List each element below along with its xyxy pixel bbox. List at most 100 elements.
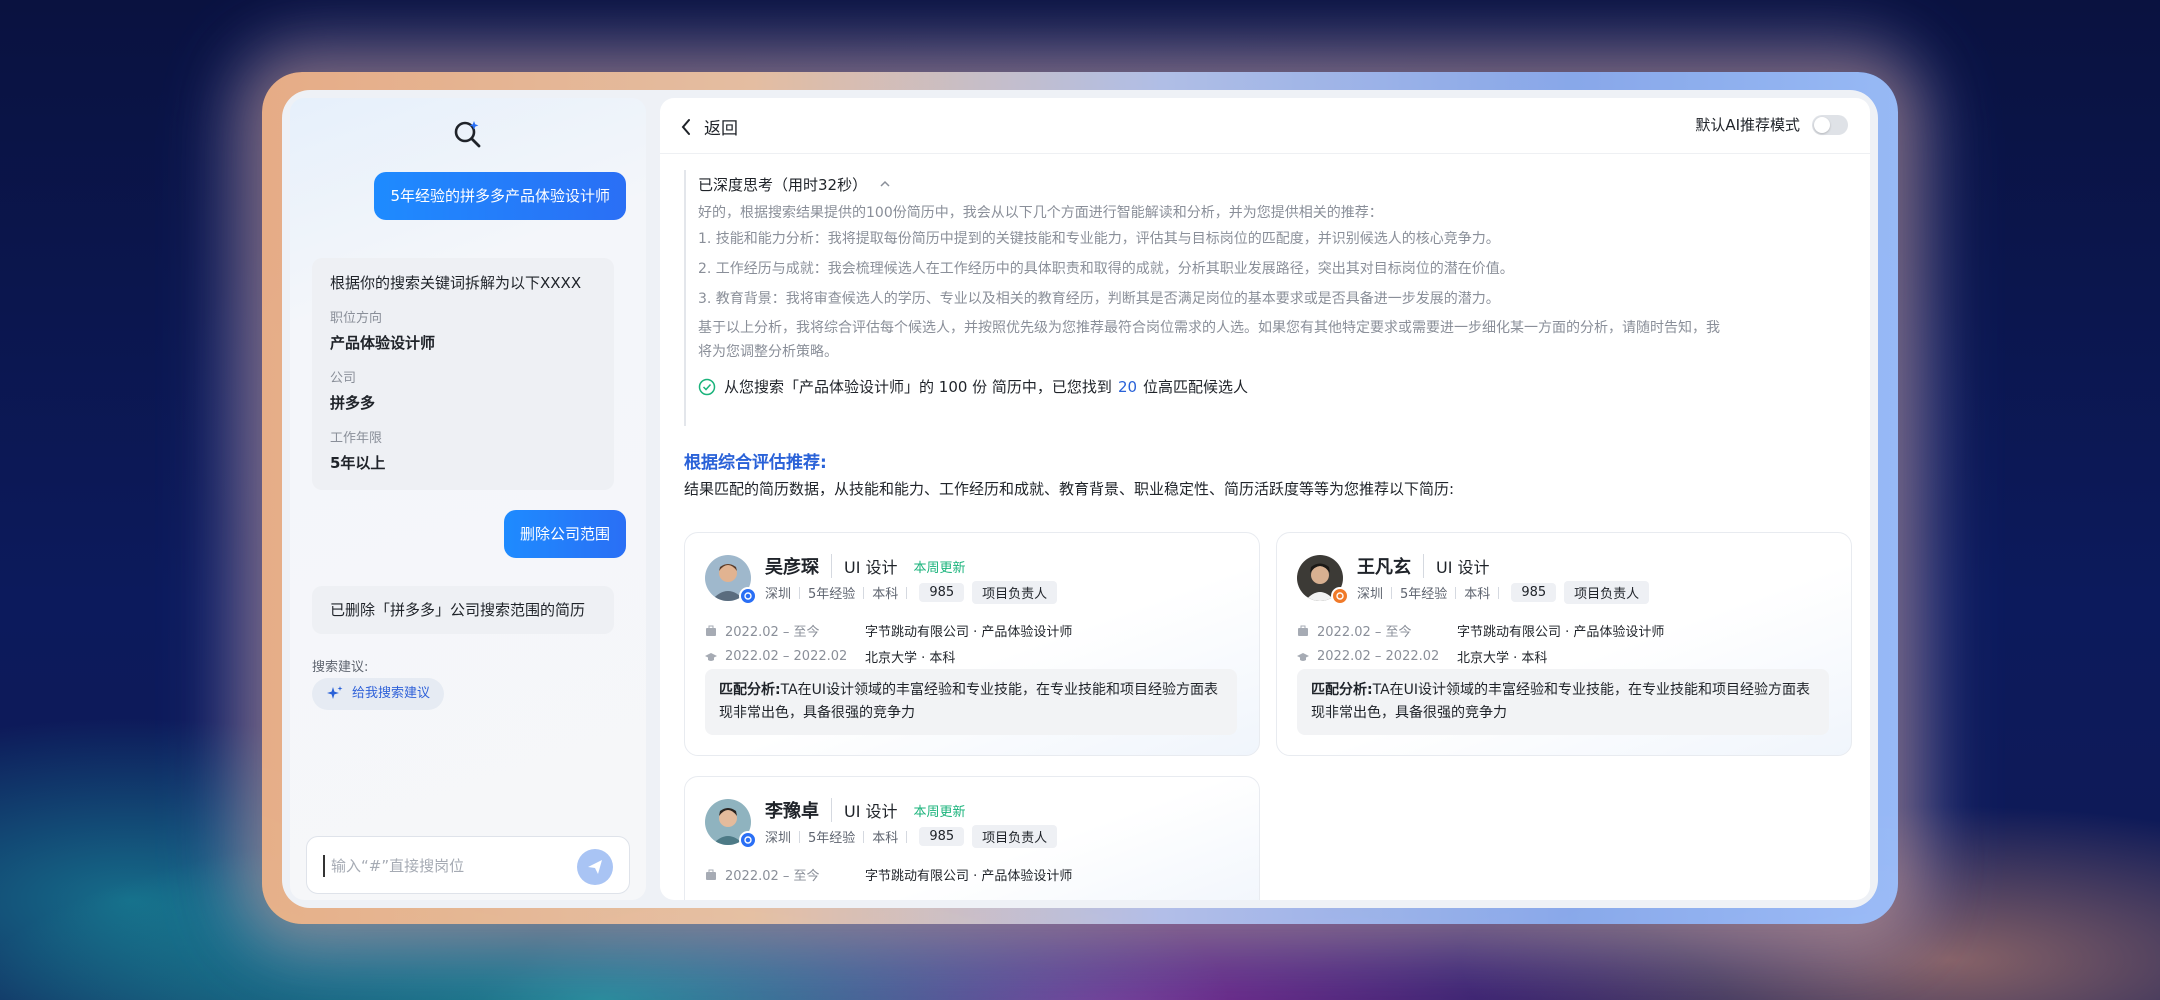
tag-chip: 项目负责人 — [1564, 581, 1650, 604]
suggest-chip-button[interactable]: 给我搜索建议 — [312, 678, 445, 710]
candidate-header: 李豫卓 UI 设计 本周更新 — [765, 797, 966, 823]
update-badge: 本周更新 — [913, 804, 966, 820]
suggest-chip-label: 给我搜索建议 — [352, 686, 431, 701]
candidate-name: 李豫卓 — [765, 801, 819, 822]
field-value-position: 产品体验设计师 — [330, 334, 436, 352]
briefcase-icon — [706, 625, 716, 636]
field-label-years: 工作年限 — [330, 431, 383, 446]
edu-org: 北京大学 · 本科 — [1457, 651, 1548, 666]
user-action-bubble: 删除公司范围 — [503, 510, 626, 558]
candidate-role: UI 设计 — [831, 554, 898, 578]
candidate-tags: 深圳 5年经验 本科 985 项目负责人 — [1357, 581, 1657, 604]
ai-mode-label: 默认AI推荐模式 — [1695, 116, 1800, 134]
candidate-card[interactable]: 李豫卓 UI 设计 本周更新 深圳 5年经验 本科 985 项目负责人 2022… — [684, 776, 1260, 900]
work-row: 2022.02 – 至今 字节跳动有限公司 · 产品体验设计师 — [705, 865, 1072, 884]
tag-experience: 5年经验 — [808, 831, 856, 846]
edu-org: 北京大学 · 本科 — [865, 651, 956, 666]
candidate-header: 王凡玄 UI 设计 — [1357, 553, 1490, 579]
tag-experience: 5年经验 — [1400, 587, 1448, 602]
thinking-line: 3. 教育背景：我将审查候选人的学历、专业以及相关的教育经历，判断其是否满足岗位… — [698, 291, 1500, 307]
back-button[interactable]: 返回 — [680, 114, 738, 139]
candidate-tags: 深圳 5年经验 本科 985 项目负责人 — [765, 581, 1065, 604]
candidate-card[interactable]: 吴彦琛 UI 设计 本周更新 深圳 5年经验 本科 985 项目负责人 2022… — [684, 532, 1260, 756]
verified-badge-icon — [739, 587, 757, 605]
tag-city: 深圳 — [765, 831, 792, 846]
candidate-card[interactable]: 王凡玄 UI 设计 深圳 5年经验 本科 985 项目负责人 2022.02 –… — [1276, 532, 1852, 756]
update-badge: 本周更新 — [913, 560, 966, 576]
recommend-subtitle: 结果匹配的简历数据，从技能和能力、工作经历和成就、教育背景、职业稳定性、简历活跃… — [684, 480, 1455, 498]
briefcase-icon — [1298, 625, 1308, 636]
candidate-role: UI 设计 — [831, 798, 898, 822]
send-icon — [588, 860, 602, 874]
work-row: 2022.02 – 至今 字节跳动有限公司 · 产品体验设计师 — [705, 621, 1072, 640]
chat-panel: 5年经验的拼多多产品体验设计师 根据你的搜索关键词拆解为以下XXXX 职位方向 … — [290, 98, 646, 900]
chevron-up-icon — [880, 180, 890, 187]
keywords-card: 根据你的搜索关键词拆解为以下XXXX 职位方向 产品体验设计师 公司 拼多多 工… — [312, 258, 614, 490]
candidate-tags: 深圳 5年经验 本科 985 项目负责人 — [765, 825, 1065, 848]
field-value-years: 5年以上 — [330, 454, 386, 472]
tag-degree: 本科 — [1464, 587, 1491, 602]
tag-city: 深圳 — [1357, 587, 1384, 602]
tag-chip: 985 — [1511, 583, 1557, 602]
top-bar: 返回 默认AI推荐模式 — [660, 98, 1870, 154]
ai-mode-toggle[interactable] — [1812, 114, 1848, 135]
work-date: 2022.02 – 至今 — [725, 869, 820, 884]
analysis-text: TA在UI设计领域的丰富经验和专业技能，在专业技能和项目经验方面表现非常出色，具… — [1311, 682, 1811, 721]
edu-row: 2022.02 – 2022.02 北京大学 · 本科 — [705, 647, 955, 666]
match-result: 从您搜索「产品体验设计师」的 100 份 简历中，已您找到 20 位高匹配候选人 — [698, 376, 1844, 397]
thinking-line: 好的，根据搜索结果提供的100份简历中，我会从以下几个方面进行智能解读和分析，并… — [698, 205, 1383, 221]
analysis-label: 匹配分析: — [1311, 682, 1373, 698]
tag-chip: 985 — [919, 583, 965, 602]
graduation-cap-icon — [1297, 652, 1309, 661]
thinking-line: 将为您调整分析策略。 — [698, 344, 838, 360]
keywords-title: 根据你的搜索关键词拆解为以下XXXX — [330, 274, 582, 292]
app-window: 5年经验的拼多多产品体验设计师 根据你的搜索关键词拆解为以下XXXX 职位方向 … — [282, 90, 1878, 908]
graduation-cap-icon — [705, 652, 717, 661]
ai-mode-control: 默认AI推荐模式 — [1695, 114, 1848, 135]
work-org: 字节跳动有限公司 · 产品体验设计师 — [865, 869, 1073, 884]
tag-chip: 985 — [919, 827, 965, 846]
check-circle-icon — [698, 378, 716, 395]
thinking-line: 2. 工作经历与成就：我会梳理候选人在工作经历中的具体职责和取得的成就，分析其职… — [698, 261, 1514, 277]
results-panel: 返回 默认AI推荐模式 已深度思考（用时32秒） 好的，根据搜索结果提供的100… — [660, 98, 1870, 900]
send-button[interactable] — [577, 849, 613, 885]
analysis-label: 匹配分析: — [719, 682, 781, 698]
chevron-left-icon — [681, 118, 690, 135]
candidate-name: 王凡玄 — [1357, 557, 1411, 578]
analysis-text: TA在UI设计领域的丰富经验和专业技能，在专业技能和项目经验方面表现非常出色，具… — [719, 682, 1219, 721]
tag-experience: 5年经验 — [808, 587, 856, 602]
chat-input-box — [306, 836, 630, 894]
tag-degree: 本科 — [872, 831, 899, 846]
thinking-header[interactable]: 已深度思考（用时32秒） — [698, 170, 1844, 198]
text-caret — [323, 855, 325, 877]
edu-date: 2022.02 – 2022.02 — [725, 649, 848, 664]
tag-degree: 本科 — [872, 587, 899, 602]
work-date: 2022.02 – 至今 — [725, 625, 820, 640]
thinking-line: 基于以上分析，我将综合评估每个候选人，并按照优先级为您推荐最符合岗位需求的人选。… — [698, 320, 1720, 336]
thinking-line: 1. 技能和能力分析：我将提取每份简历中提到的关键技能和专业能力，评估其与目标岗… — [698, 231, 1500, 247]
work-date: 2022.02 – 至今 — [1317, 625, 1412, 640]
work-row: 2022.02 – 至今 字节跳动有限公司 · 产品体验设计师 — [1297, 621, 1664, 640]
candidate-name: 吴彦琛 — [765, 557, 819, 578]
result-prefix: 从您搜索「产品体验设计师」的 100 份 简历中，已您找到 — [724, 378, 1112, 396]
tag-chip: 项目负责人 — [972, 581, 1058, 604]
candidate-header: 吴彦琛 UI 设计 本周更新 — [765, 553, 966, 579]
chat-input[interactable] — [331, 851, 561, 881]
result-count: 20 — [1117, 377, 1138, 396]
deep-thinking-block: 已深度思考（用时32秒） 好的，根据搜索结果提供的100份简历中，我会从以下几个… — [684, 170, 1844, 426]
edu-row: 2022.02 – 2022.02 北京大学 · 本科 — [1297, 647, 1547, 666]
sparkle-icon — [327, 686, 343, 699]
search-sparkle-icon — [454, 121, 481, 148]
field-label-position: 职位方向 — [330, 311, 383, 326]
work-org: 字节跳动有限公司 · 产品体验设计师 — [865, 625, 1073, 640]
status-badge-icon — [1331, 587, 1349, 605]
work-org: 字节跳动有限公司 · 产品体验设计师 — [1457, 625, 1665, 640]
briefcase-icon — [706, 869, 716, 880]
tag-chip: 项目负责人 — [972, 825, 1058, 848]
back-label: 返回 — [704, 119, 738, 139]
user-query-bubble: 5年经验的拼多多产品体验设计师 — [374, 172, 626, 220]
match-analysis: 匹配分析:TA在UI设计领域的丰富经验和专业技能，在专业技能和项目经验方面表现非… — [705, 669, 1237, 735]
field-label-company: 公司 — [330, 371, 357, 386]
tag-city: 深圳 — [765, 587, 792, 602]
recommend-title: 根据综合评估推荐: — [684, 453, 827, 473]
